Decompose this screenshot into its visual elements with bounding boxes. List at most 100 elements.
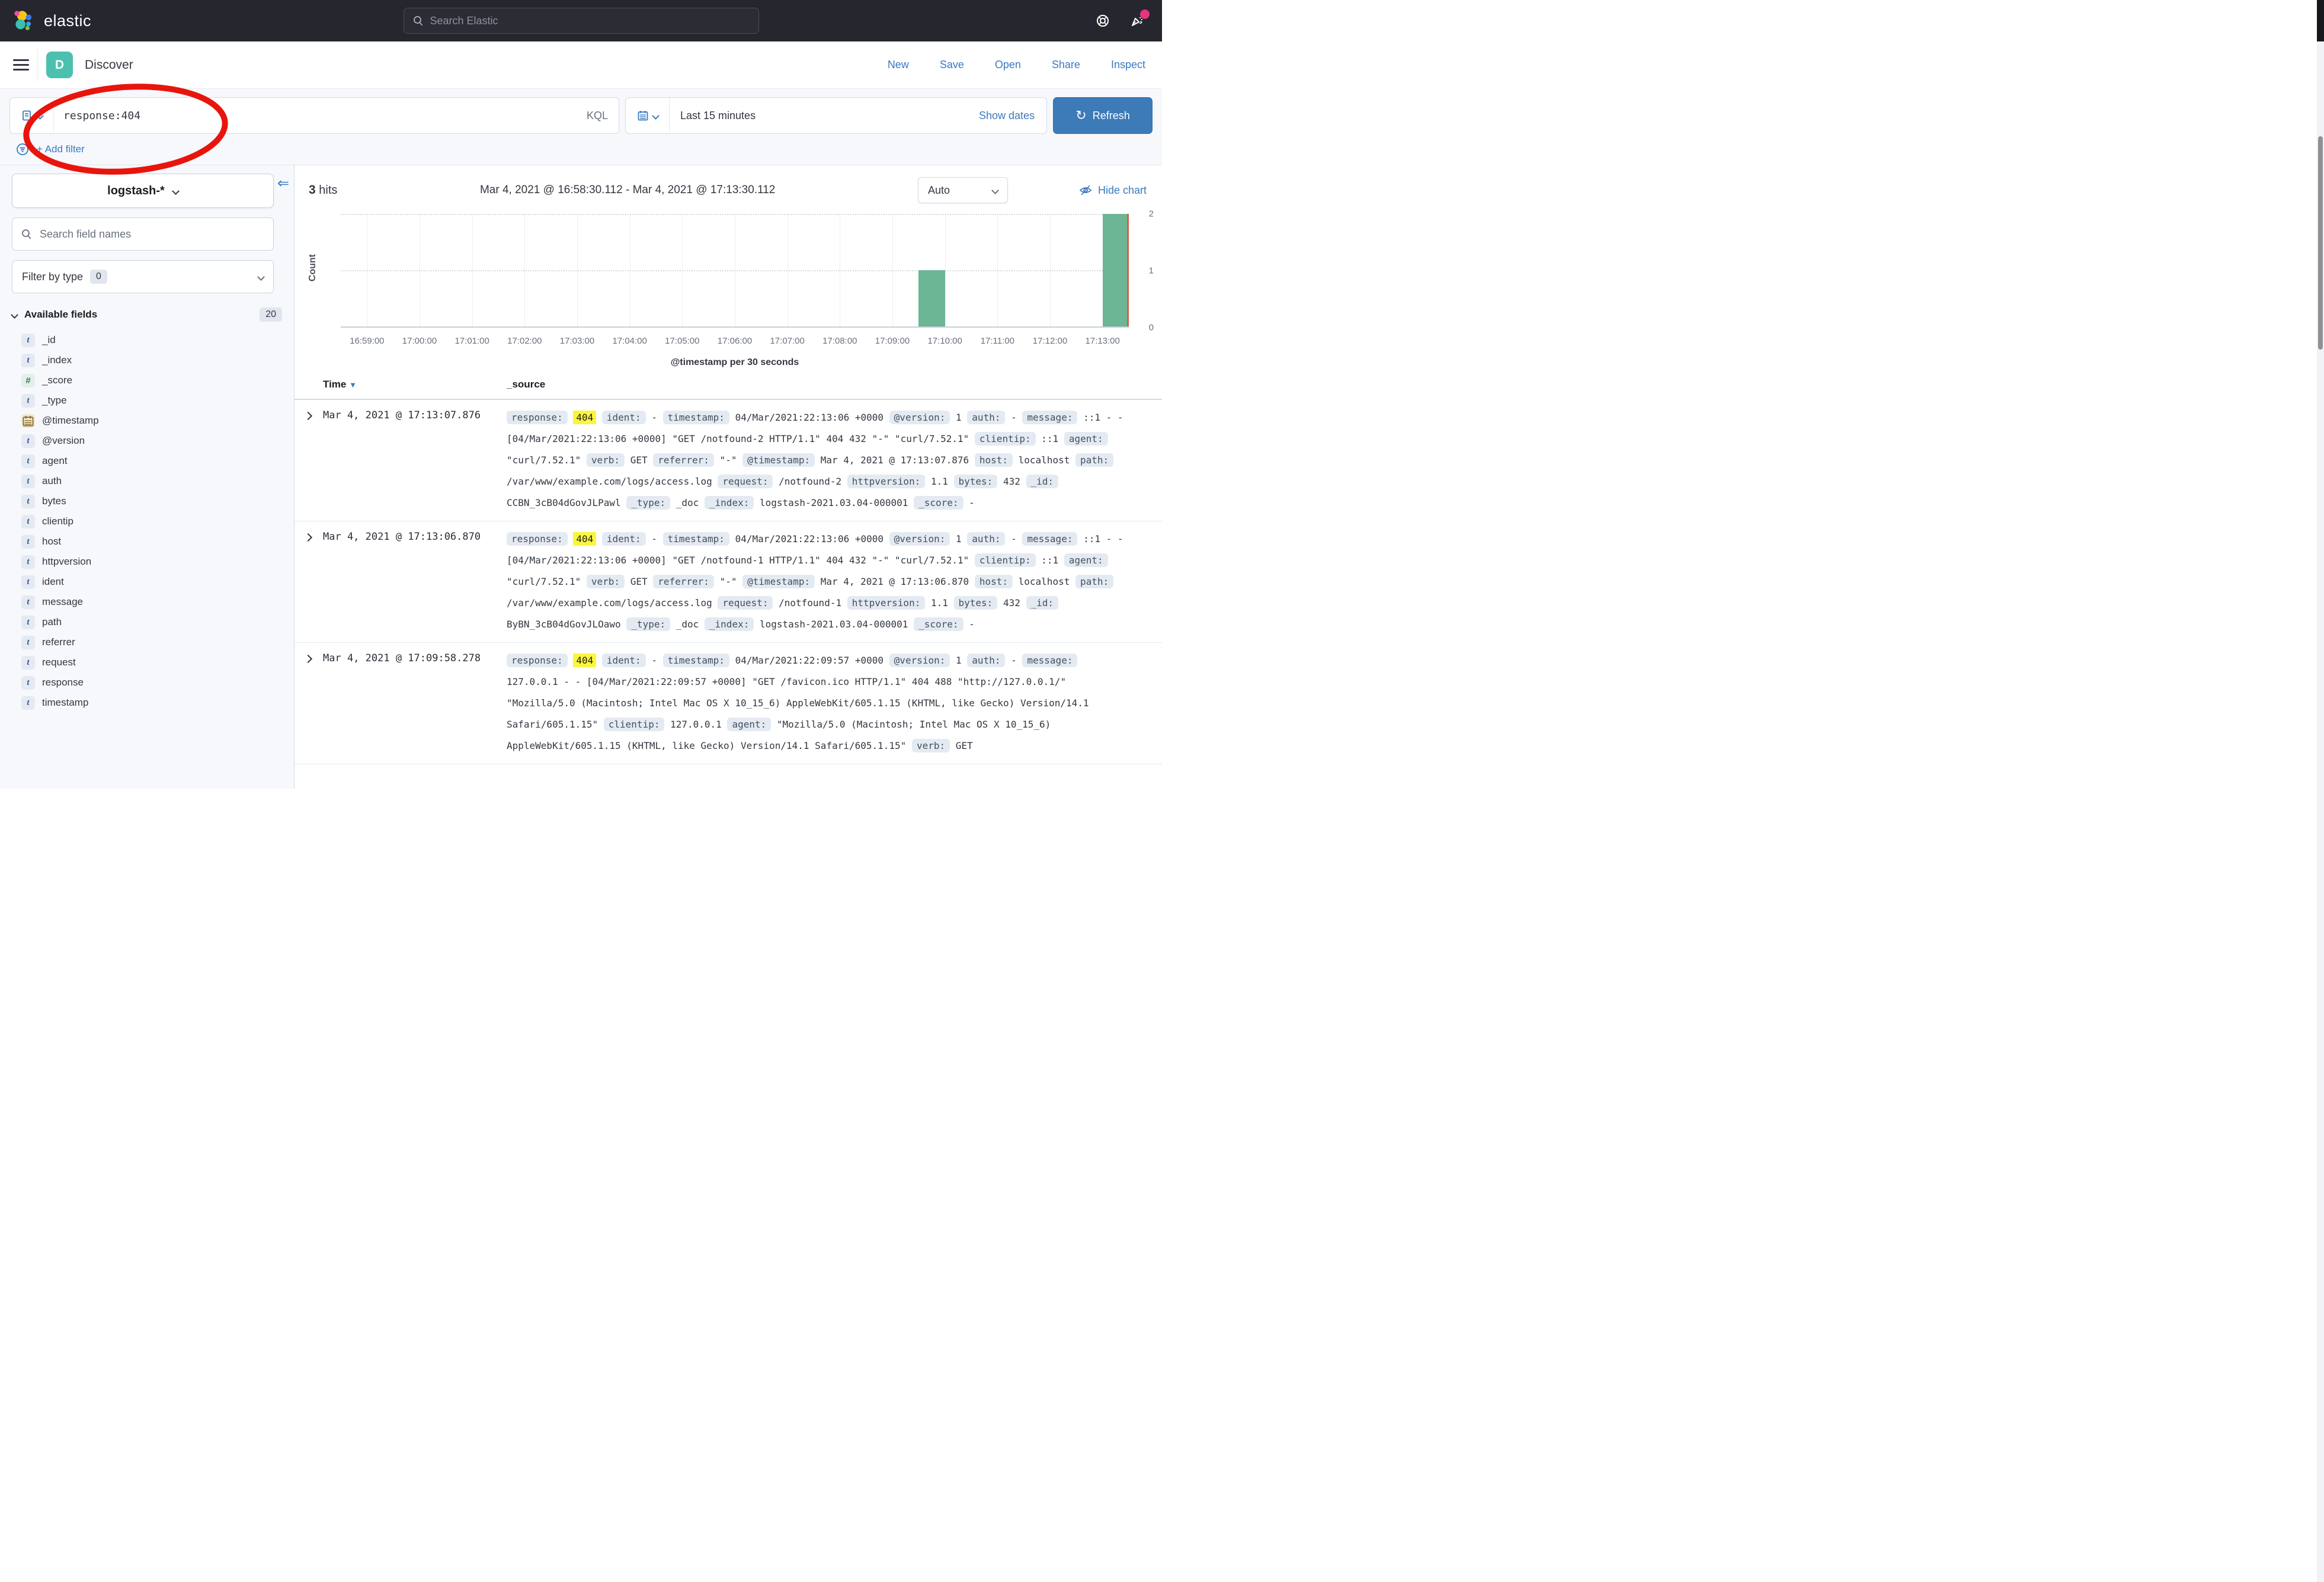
field-name: _type	[42, 395, 67, 406]
field-label-pill: httpversion:	[847, 475, 926, 488]
menu-icon[interactable]	[13, 56, 29, 73]
field-item[interactable]: ttimestamp	[12, 693, 283, 713]
interval-select[interactable]: Auto	[918, 177, 1008, 203]
add-filter-button[interactable]: + Add filter	[37, 143, 85, 155]
field-value: GET	[956, 740, 973, 751]
results-panel: 3 hits Mar 4, 2021 @ 16:58:30.112 - Mar …	[294, 165, 1162, 789]
x-tick-label: 17:12:00	[1033, 336, 1067, 346]
field-value: CCBN_3cB04dGovJLPawl	[507, 497, 621, 508]
field-item[interactable]: t@version	[12, 431, 283, 451]
field-type-number-icon: #	[21, 374, 35, 388]
column-header-time[interactable]: Time ▼	[323, 379, 357, 390]
collapse-sidebar-icon[interactable]: ⇐	[277, 175, 289, 192]
field-label-pill: path:	[1075, 575, 1113, 588]
save-button[interactable]: Save	[940, 59, 964, 71]
inspect-button[interactable]: Inspect	[1111, 59, 1145, 71]
field-label-pill: host:	[975, 575, 1013, 588]
x-tick-label: 17:06:00	[718, 336, 752, 346]
x-axis-title: @timestamp per 30 seconds	[341, 357, 1129, 368]
chevron-down-icon	[172, 187, 180, 195]
field-value: 04/Mar/2021:22:09:57 +0000	[735, 655, 883, 666]
open-button[interactable]: Open	[995, 59, 1021, 71]
field-item[interactable]: # _score	[12, 370, 283, 390]
field-item[interactable]: tident	[12, 572, 283, 592]
y-tick-label: 2	[1149, 209, 1154, 219]
field-item[interactable]: tresponse	[12, 672, 283, 693]
field-name: _score	[42, 374, 72, 386]
expand-row-icon[interactable]	[304, 412, 312, 420]
field-item[interactable]: t_type	[12, 390, 283, 411]
field-label-pill: @version:	[889, 532, 950, 546]
date-quick-select-button[interactable]	[626, 98, 670, 133]
type-filter-count-badge: 0	[90, 270, 107, 284]
field-label-pill: @version:	[889, 411, 950, 424]
show-dates-button[interactable]: Show dates	[979, 110, 1046, 122]
field-item[interactable]: thost	[12, 531, 283, 552]
field-item[interactable]: tbytes	[12, 491, 283, 511]
query-input-wrap: response:404 KQL	[9, 97, 619, 134]
field-value: ::1	[1041, 555, 1058, 566]
time-range-value[interactable]: Last 15 minutes	[670, 110, 756, 122]
x-tick-label: 17:03:00	[560, 336, 594, 346]
histogram-bar[interactable]	[1103, 214, 1129, 326]
refresh-button[interactable]: ↻ Refresh	[1053, 97, 1153, 134]
app-icon-discover[interactable]: D	[46, 52, 73, 78]
field-item[interactable]: t_id	[12, 330, 283, 350]
saved-query-menu-button[interactable]	[10, 98, 54, 133]
field-label-pill: _type:	[626, 617, 670, 631]
field-item[interactable]: tpath	[12, 612, 283, 632]
y-axis-label: Count	[308, 254, 318, 281]
new-button[interactable]: New	[888, 59, 909, 71]
field-type-text-icon: t	[21, 575, 35, 589]
expand-row-icon[interactable]	[304, 533, 312, 542]
app-header: elastic Search Elastic	[0, 0, 1162, 41]
chart-plot	[341, 214, 1129, 328]
eye-slash-icon	[1079, 184, 1092, 197]
field-label-pill: @timestamp:	[742, 575, 815, 588]
scrollbar-thumb[interactable]	[2318, 136, 2323, 350]
expand-row-icon[interactable]	[304, 655, 312, 663]
field-search-input[interactable]: Search field names	[12, 217, 274, 251]
field-type-text-icon: t	[21, 495, 35, 508]
sort-desc-icon: ▼	[349, 380, 357, 389]
field-item[interactable]: tauth	[12, 471, 283, 491]
field-item[interactable]: tagent	[12, 451, 283, 471]
field-item[interactable]: treferrer	[12, 632, 283, 652]
brand[interactable]: elastic	[0, 9, 91, 33]
filter-by-type-select[interactable]: Filter by type 0	[12, 260, 274, 293]
field-label-pill: message:	[1022, 532, 1077, 546]
field-item[interactable]: tclientip	[12, 511, 283, 531]
newsfeed-icon[interactable]	[1130, 14, 1144, 28]
highlighted-value: 404	[573, 654, 596, 667]
available-fields-header[interactable]: Available fields 20	[12, 308, 283, 322]
hide-chart-button[interactable]: Hide chart	[1079, 184, 1147, 197]
hits-count: 3 hits	[309, 183, 337, 197]
global-search-input[interactable]: Search Elastic	[404, 8, 759, 34]
field-value: "curl/7.52.1"	[507, 576, 581, 587]
field-label-pill: verb:	[912, 739, 950, 752]
query-language-button[interactable]: KQL	[587, 110, 619, 122]
y-tick-label: 0	[1149, 323, 1154, 333]
field-value: 04/Mar/2021:22:13:06 +0000	[735, 412, 883, 423]
field-name: timestamp	[42, 697, 88, 709]
field-item[interactable]: thttpversion	[12, 552, 283, 572]
share-button[interactable]: Share	[1052, 59, 1080, 71]
field-label-pill: _id:	[1026, 596, 1059, 610]
field-value: GET	[630, 576, 648, 587]
field-label-pill: response:	[507, 532, 568, 546]
field-item[interactable]: t_index	[12, 350, 283, 370]
field-item[interactable]: tmessage	[12, 592, 283, 612]
field-value: "curl/7.52.1"	[507, 454, 581, 466]
help-icon[interactable]	[1096, 14, 1110, 28]
histogram-bar[interactable]	[918, 270, 945, 326]
documents-table: Time ▼ _source Mar 4, 2021 @ 17:13:07.87…	[294, 373, 1162, 764]
index-pattern-select[interactable]: logstash-*	[12, 174, 274, 208]
field-label-pill: request:	[718, 596, 773, 610]
filter-options-icon[interactable]	[15, 142, 30, 156]
chevron-down-icon	[991, 187, 999, 194]
field-item[interactable]: trequest	[12, 652, 283, 672]
field-item[interactable]: @timestamp	[12, 411, 283, 431]
field-value: 1.1	[931, 476, 948, 487]
query-input[interactable]: response:404	[54, 110, 587, 122]
field-type-text-icon: t	[21, 434, 35, 448]
